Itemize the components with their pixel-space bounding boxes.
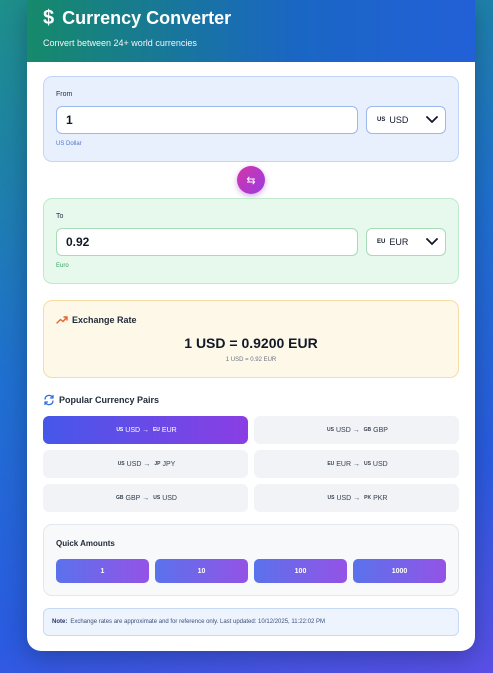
pair-button-gbp-usd[interactable]: GB GBP → US USD bbox=[43, 484, 248, 512]
quick-amounts-panel: Quick Amounts 1 10 100 1000 bbox=[43, 524, 459, 596]
to-currency-select[interactable]: EU EUR bbox=[366, 228, 446, 256]
quick-amount-button-1[interactable]: 1 bbox=[56, 559, 149, 583]
pair-from: USD bbox=[336, 494, 352, 502]
pair-button-eur-usd[interactable]: EU EUR → US USD bbox=[254, 450, 459, 478]
pair-button-usd-eur[interactable]: US USD → EU EUR bbox=[43, 416, 248, 444]
chevron-down-icon bbox=[426, 238, 438, 246]
popular-pairs-heading-row: Popular Currency Pairs bbox=[43, 394, 159, 406]
pair-from: EUR bbox=[336, 460, 352, 468]
pair-to: JPY bbox=[162, 460, 176, 468]
to-label: To bbox=[56, 213, 64, 220]
exchange-rate-heading: Exchange Rate bbox=[72, 315, 137, 325]
arrow-icon: → bbox=[353, 494, 361, 502]
flag-icon: GB bbox=[116, 495, 124, 501]
flag-icon: US bbox=[117, 461, 125, 467]
exchange-rate-value: 1 USD = 0.9200 EUR bbox=[184, 335, 318, 351]
flag-icon: GB bbox=[363, 427, 372, 433]
chevron-down-icon bbox=[426, 116, 438, 124]
from-panel: From 1 US USD US Dollar bbox=[43, 76, 459, 162]
exchange-rate-panel: Exchange Rate 1 USD = 0.9200 EUR 1 USD =… bbox=[43, 300, 459, 378]
swap-button[interactable]: ⇆ bbox=[237, 166, 265, 194]
pair-from: USD bbox=[126, 460, 142, 468]
trending-up-icon bbox=[56, 316, 68, 324]
from-currency-name: US Dollar bbox=[56, 141, 82, 147]
pair-button-usd-jpy[interactable]: US USD → JP JPY bbox=[43, 450, 248, 478]
flag-icon: EU bbox=[152, 427, 160, 433]
from-currency-code: USD bbox=[389, 115, 409, 125]
flag-icon: US bbox=[153, 495, 161, 501]
flag-icon: EU bbox=[327, 461, 335, 467]
flag-icon: US bbox=[327, 427, 334, 433]
flag-icon: PK bbox=[364, 495, 372, 501]
quick-amount-button-1000[interactable]: 1000 bbox=[353, 559, 446, 583]
flag-icon: US bbox=[116, 427, 124, 433]
arrow-icon: → bbox=[353, 460, 360, 468]
quick-amount-button-100[interactable]: 100 bbox=[254, 559, 347, 583]
exchange-rate-detail: 1 USD = 0.92 EUR bbox=[225, 357, 277, 363]
us-flag-icon: US bbox=[377, 117, 386, 123]
arrow-icon: → bbox=[142, 426, 149, 434]
pair-button-usd-pkr[interactable]: US USD → PK PKR bbox=[254, 484, 459, 512]
pair-from: USD bbox=[125, 426, 141, 434]
popular-pairs-heading: Popular Currency Pairs bbox=[59, 395, 160, 405]
arrow-icon: → bbox=[142, 494, 150, 502]
note-text: Exchange rates are approximate and for r… bbox=[70, 619, 325, 625]
from-currency-select[interactable]: US USD bbox=[366, 106, 446, 134]
quick-amount-button-10[interactable]: 10 bbox=[155, 559, 248, 583]
pair-from: USD bbox=[335, 426, 351, 434]
eu-flag-icon: EU bbox=[377, 239, 386, 245]
flag-icon: US bbox=[327, 495, 335, 501]
pair-to: EUR bbox=[161, 426, 177, 434]
pair-from: GBP bbox=[125, 494, 141, 502]
to-panel: To 0.92 EU EUR Euro bbox=[43, 198, 459, 284]
flag-icon: US bbox=[363, 461, 371, 467]
note-label: Note: bbox=[52, 619, 68, 625]
from-amount-input[interactable]: 1 bbox=[56, 106, 358, 134]
flag-icon: JP bbox=[154, 461, 161, 467]
from-label: From bbox=[56, 91, 73, 98]
pair-to: GBP bbox=[373, 426, 388, 434]
swap-icon: ⇆ bbox=[246, 174, 256, 187]
pair-to: USD bbox=[372, 460, 388, 468]
app-header: $ Currency Converter Convert between 24+… bbox=[27, 0, 475, 62]
app-title: Currency Converter bbox=[62, 7, 232, 28]
app-subtitle: Convert between 24+ world currencies bbox=[43, 38, 197, 48]
pair-to: PKR bbox=[373, 494, 388, 502]
quick-amounts-heading: Quick Amounts bbox=[56, 539, 115, 548]
arrow-icon: → bbox=[352, 426, 360, 434]
disclaimer-note: Note: Exchange rates are approximate and… bbox=[43, 608, 459, 636]
converter-card: $ Currency Converter Convert between 24+… bbox=[27, 0, 475, 651]
pair-button-usd-gbp[interactable]: US USD → GB GBP bbox=[254, 416, 459, 444]
arrow-icon: → bbox=[143, 460, 151, 468]
dollar-icon: $ bbox=[43, 7, 55, 29]
to-amount-input[interactable]: 0.92 bbox=[56, 228, 358, 256]
pair-to: USD bbox=[162, 494, 177, 502]
to-currency-name: Euro bbox=[56, 263, 69, 269]
to-currency-code: EUR bbox=[389, 237, 409, 247]
refresh-icon bbox=[44, 394, 54, 406]
